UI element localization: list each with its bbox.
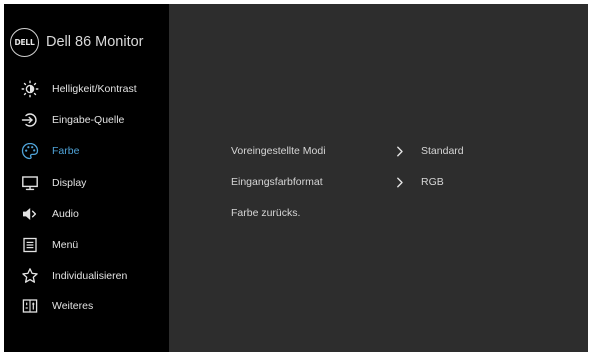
color-palette-icon	[20, 141, 40, 161]
menu-item-label: Display	[52, 177, 87, 189]
option-label: Farbe zurücks.	[231, 207, 301, 219]
menu-item-menu[interactable]: Menü	[4, 230, 169, 260]
menu-item-label: Menü	[52, 239, 79, 251]
option-value: RGB	[421, 176, 444, 188]
menu-item-label: Farbe	[52, 145, 80, 157]
dell-logo-text: DELL	[14, 37, 35, 47]
option-preset-modes[interactable]: Voreingestellte Modi Standard	[231, 140, 551, 162]
option-reset-color[interactable]: Farbe zurücks.	[231, 202, 551, 224]
display-icon	[20, 173, 40, 193]
menu-item-label: Eingabe-Quelle	[52, 114, 125, 126]
menu-item-others[interactable]: Weiteres	[4, 291, 169, 321]
input-source-icon	[20, 110, 40, 130]
menu-item-color[interactable]: Farbe	[4, 136, 169, 166]
menu-item-audio[interactable]: Audio	[4, 199, 169, 229]
menu-item-label: Audio	[52, 208, 79, 220]
chevron-right-icon	[396, 145, 406, 157]
dell-logo: DELL	[10, 27, 39, 57]
option-input-color-format[interactable]: Eingangsfarbformat RGB	[231, 171, 551, 193]
monitor-osd: DELL Dell 86 Monitor Helligkeit/Kontrast…	[0, 0, 591, 355]
menu-item-label: Helligkeit/Kontrast	[52, 83, 137, 95]
others-icon	[20, 296, 40, 316]
menu-item-label: Weiteres	[52, 300, 94, 312]
menu-item-input-source[interactable]: Eingabe-Quelle	[4, 105, 169, 135]
star-icon	[20, 266, 40, 286]
chevron-right-icon	[396, 176, 406, 188]
speaker-icon	[20, 204, 40, 224]
osd-submenu-panel: Voreingestellte Modi Standard Eingangsfa…	[169, 4, 588, 352]
option-label: Voreingestellte Modi	[231, 145, 326, 157]
menu-item-personalize[interactable]: Individualisieren	[4, 261, 169, 291]
osd-sidebar: DELL Dell 86 Monitor Helligkeit/Kontrast…	[4, 4, 169, 352]
monitor-model-name: Dell 86 Monitor	[46, 34, 144, 50]
menu-icon	[20, 235, 40, 255]
brand-header: DELL Dell 86 Monitor	[10, 26, 144, 58]
option-value: Standard	[421, 145, 464, 157]
menu-item-label: Individualisieren	[52, 270, 128, 282]
brightness-icon	[20, 79, 40, 99]
menu-item-display[interactable]: Display	[4, 168, 169, 198]
menu-item-brightness-contrast[interactable]: Helligkeit/Kontrast	[4, 74, 169, 104]
option-label: Eingangsfarbformat	[231, 176, 323, 188]
